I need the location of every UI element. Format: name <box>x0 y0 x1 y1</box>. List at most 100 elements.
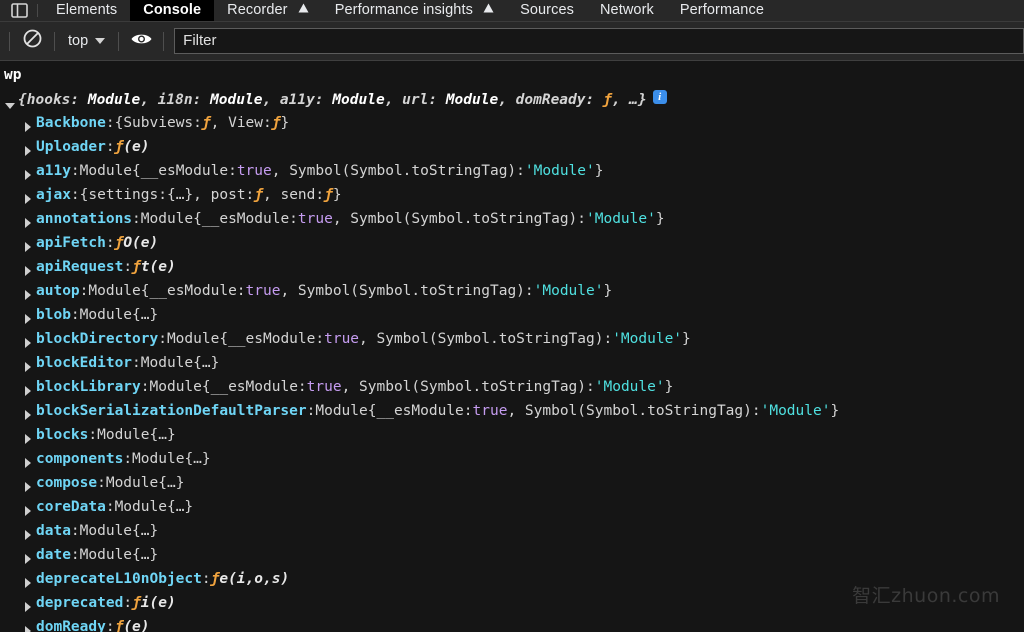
console-object-result[interactable]: {hooks: Module, i18n: Module, a11y: Modu… <box>0 87 1024 111</box>
property-value-token: Module <box>149 379 202 395</box>
expand-triangle-closed-icon[interactable] <box>22 423 36 447</box>
property-key: Uploader <box>36 139 106 155</box>
expand-triangle-closed-icon[interactable] <box>22 519 36 543</box>
expand-triangle-closed-icon[interactable] <box>22 111 36 135</box>
property-key: deprecated <box>36 595 124 611</box>
filter-input[interactable]: Filter <box>174 28 1024 54</box>
expand-triangle-closed-icon[interactable] <box>22 351 36 375</box>
console-message-list[interactable]: wp {hooks: Module, i18n: Module, a11y: M… <box>0 61 1024 632</box>
expand-triangle-closed-icon[interactable] <box>22 399 36 423</box>
object-property-row[interactable]: annotations: Module {__esModule: true, S… <box>0 207 1024 231</box>
object-property-row[interactable]: date: Module {…} <box>0 543 1024 567</box>
property-value-token: true <box>297 211 333 227</box>
object-property-row[interactable]: Uploader: ƒ (e) <box>0 135 1024 159</box>
object-property-row[interactable]: ajax: {settings: {…}, post: ƒ, send: ƒ} <box>0 183 1024 207</box>
object-property-row[interactable]: apiRequest: ƒ t(e) <box>0 255 1024 279</box>
tab-console[interactable]: Console <box>130 0 215 21</box>
property-colon: : <box>123 595 133 611</box>
object-property-row[interactable]: deprecated: ƒ i(e) <box>0 591 1024 615</box>
toolbar-divider <box>163 31 165 51</box>
preview-token: , domReady: <box>498 92 603 108</box>
object-property-row[interactable]: data: Module {…} <box>0 519 1024 543</box>
preview-token: Module <box>332 92 385 108</box>
expand-triangle-closed-icon[interactable] <box>22 159 36 183</box>
property-value-token: , Symbol(Symbol.toStringTag): <box>341 379 595 395</box>
object-property-row[interactable]: Backbone: {Subviews: ƒ, View: ƒ} <box>0 111 1024 135</box>
object-property-row[interactable]: blocks: Module {…} <box>0 423 1024 447</box>
preview-token: Module <box>210 92 263 108</box>
expand-triangle-closed-icon[interactable] <box>22 543 36 567</box>
expand-triangle-closed-icon[interactable] <box>22 255 36 279</box>
property-colon: : <box>140 379 150 395</box>
expand-triangle-closed-icon[interactable] <box>22 279 36 303</box>
property-value-token: {settings: <box>79 187 167 203</box>
experimental-warning-icon <box>483 0 494 20</box>
expand-triangle-closed-icon[interactable] <box>22 135 36 159</box>
property-value-token: true <box>245 283 281 299</box>
info-badge-icon[interactable]: i <box>652 90 667 104</box>
expand-triangle-closed-icon[interactable] <box>22 207 36 231</box>
property-colon: : <box>70 547 80 563</box>
object-property-row[interactable]: compose: Module {…} <box>0 471 1024 495</box>
object-property-row[interactable]: apiFetch: ƒ O(e) <box>0 231 1024 255</box>
object-property-row[interactable]: blockSerializationDefaultParser: Module … <box>0 399 1024 423</box>
property-value-token: } <box>655 211 665 227</box>
property-value-token: } <box>594 163 604 179</box>
object-property-row[interactable]: blockEditor: Module {…} <box>0 351 1024 375</box>
execution-context-selector[interactable]: top <box>62 30 111 52</box>
property-colon: : <box>70 307 80 323</box>
expand-triangle-closed-icon[interactable] <box>22 447 36 471</box>
property-key: data <box>36 523 71 539</box>
property-value-token: } <box>664 379 674 395</box>
dock-panel-icon[interactable] <box>0 0 32 21</box>
property-value-token: , post: <box>193 187 255 203</box>
live-expression-button[interactable] <box>126 26 156 56</box>
property-key: blocks <box>36 427 89 443</box>
tab-elements[interactable]: Elements <box>43 0 130 21</box>
expand-triangle-closed-icon[interactable] <box>22 183 36 207</box>
property-value-token: {…} <box>184 451 211 467</box>
property-value-token: Module <box>166 331 220 347</box>
tab-recorder[interactable]: Recorder <box>214 0 322 21</box>
property-value-token: {…} <box>193 355 220 371</box>
property-value-token: Module <box>114 499 167 515</box>
expand-triangle-closed-icon[interactable] <box>22 471 36 495</box>
object-property-row[interactable]: blob: Module {…} <box>0 303 1024 327</box>
property-colon: : <box>105 499 115 515</box>
toolbar-divider <box>54 31 55 51</box>
expand-triangle-closed-icon[interactable] <box>22 231 36 255</box>
property-colon: : <box>97 475 106 491</box>
tab-performance[interactable]: Performance <box>667 0 777 21</box>
expand-triangle-closed-icon[interactable] <box>22 303 36 327</box>
object-property-row[interactable]: coreData: Module {…} <box>0 495 1024 519</box>
object-property-row[interactable]: blockLibrary: Module {__esModule: true, … <box>0 375 1024 399</box>
property-key: a11y <box>36 163 71 179</box>
expand-triangle-closed-icon[interactable] <box>22 327 36 351</box>
property-value-token: Module <box>79 523 133 539</box>
expand-triangle-open-icon[interactable] <box>4 90 18 110</box>
object-property-row[interactable]: components: Module {…} <box>0 447 1024 471</box>
tab-performance-insights[interactable]: Performance insights <box>322 0 507 21</box>
object-property-row[interactable]: deprecateL10nObject: ƒ e(i,o,s) <box>0 567 1024 591</box>
property-value-token: {…} <box>132 547 159 563</box>
property-key: blockEditor <box>36 355 133 371</box>
clear-console-button[interactable] <box>17 26 47 56</box>
object-property-row[interactable]: domReady: ƒ (e) <box>0 615 1024 632</box>
tab-sources[interactable]: Sources <box>507 0 587 21</box>
expand-triangle-closed-icon[interactable] <box>22 591 36 615</box>
object-property-row[interactable]: a11y: Module {__esModule: true, Symbol(S… <box>0 159 1024 183</box>
expand-triangle-closed-icon[interactable] <box>22 375 36 399</box>
expand-triangle-closed-icon[interactable] <box>22 495 36 519</box>
property-value-token: } <box>332 187 342 203</box>
expand-triangle-closed-icon[interactable] <box>22 615 36 632</box>
object-property-row[interactable]: autop: Module {__esModule: true, Symbol(… <box>0 279 1024 303</box>
eye-icon <box>130 31 153 52</box>
property-colon: : <box>105 115 115 131</box>
preview-token: { <box>18 92 27 108</box>
object-property-row[interactable]: blockDirectory: Module {__esModule: true… <box>0 327 1024 351</box>
property-key: apiRequest <box>36 259 124 275</box>
tab-label: Elements <box>56 2 118 18</box>
preview-token: , …} <box>611 92 647 108</box>
expand-triangle-closed-icon[interactable] <box>22 567 36 591</box>
tab-network[interactable]: Network <box>587 0 667 21</box>
